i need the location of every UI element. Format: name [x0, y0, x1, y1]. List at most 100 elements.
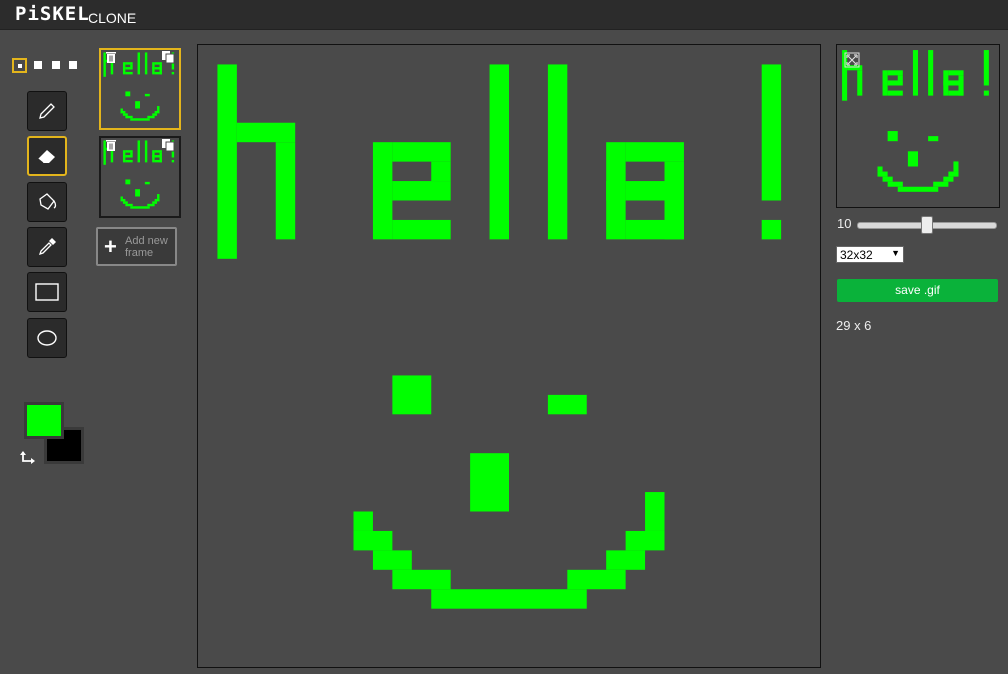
pixel [948, 80, 959, 86]
pixel [122, 113, 128, 116]
pixel [171, 71, 175, 75]
pixel [144, 93, 150, 97]
pixel [943, 80, 949, 86]
chevron-down-icon: ▼ [891, 248, 900, 258]
pixel [135, 101, 140, 109]
pixel [122, 62, 126, 75]
pixel [761, 64, 782, 201]
pen-size-1[interactable] [12, 58, 27, 73]
save-gif-button[interactable]: save .gif [837, 279, 998, 302]
app-logo: PiSKEL [15, 3, 90, 25]
pixel [470, 453, 509, 512]
pixel [137, 140, 140, 163]
pen-size-3[interactable] [50, 59, 62, 71]
tool-eyedropper[interactable] [27, 227, 67, 267]
add-frame-button[interactable]: + Add new frame [96, 227, 177, 266]
fps-slider-handle[interactable] [921, 216, 933, 234]
pixel [857, 70, 863, 96]
animation-preview [836, 44, 1000, 208]
pixel [125, 150, 133, 153]
size-select[interactable]: 32x32 ▼ [836, 246, 904, 263]
pixel [953, 166, 959, 172]
pixel [392, 142, 451, 162]
rectangle-icon [35, 283, 59, 301]
pixel [392, 219, 451, 240]
pixel [144, 181, 150, 185]
pixel [236, 122, 296, 143]
pixel [110, 150, 114, 163]
pixel [567, 569, 626, 590]
pixel [606, 550, 646, 570]
pixel [887, 90, 903, 96]
delete-frame-icon[interactable] [104, 50, 118, 64]
duplicate-frame-icon[interactable] [161, 50, 175, 64]
pixel [120, 108, 123, 111]
drawing-canvas[interactable] [197, 44, 821, 668]
frame-thumbnail-2[interactable] [99, 136, 181, 218]
preview-pixels [842, 50, 989, 192]
expand-icon[interactable] [844, 52, 860, 68]
pixel [372, 142, 393, 240]
tool-paint-bucket[interactable] [27, 182, 67, 222]
pixel [948, 70, 964, 76]
pixel [120, 196, 123, 199]
pixel [392, 181, 451, 201]
pixel [645, 511, 665, 531]
pixel [489, 64, 509, 240]
pixel [625, 142, 684, 162]
pixel [933, 181, 949, 187]
pixel [983, 90, 989, 96]
pixel [928, 136, 939, 142]
tool-rectangle[interactable] [27, 272, 67, 312]
pixel [547, 64, 568, 240]
tool-pencil[interactable] [27, 91, 67, 131]
frame-thumbnail-1[interactable] [99, 48, 181, 130]
pixel [645, 492, 665, 512]
tool-eraser[interactable] [27, 136, 67, 176]
pixel [392, 569, 451, 590]
pixel [125, 159, 133, 163]
fps-value: 10 [837, 216, 852, 231]
pixel [877, 166, 883, 172]
pixel [907, 151, 918, 167]
pixel [154, 155, 160, 158]
swap-colors-icon[interactable] [19, 449, 37, 467]
pixel [625, 530, 665, 551]
pixel [125, 115, 133, 119]
pixel [154, 198, 160, 202]
pen-size-2[interactable] [32, 59, 44, 71]
pixel [877, 171, 888, 177]
pixel [625, 181, 665, 201]
pixel [125, 62, 133, 65]
primary-color[interactable] [24, 402, 64, 439]
pixel [606, 181, 626, 201]
top-bar: PiSKEL CLONE [0, 0, 1008, 30]
paint-bucket-icon [39, 193, 57, 210]
pixel [125, 155, 133, 158]
pixel [154, 67, 160, 70]
pixel [125, 91, 131, 97]
pixel [147, 115, 155, 119]
pixel [122, 150, 126, 163]
pixel [120, 198, 126, 202]
pixel [625, 219, 684, 240]
pixel [948, 90, 964, 96]
pixel [147, 203, 155, 207]
pixel [761, 219, 782, 240]
delete-frame-icon[interactable] [104, 138, 118, 152]
pen-size-4[interactable] [67, 59, 79, 71]
pencil-icon [39, 103, 55, 119]
tool-ellipse[interactable] [27, 318, 67, 358]
selection-dimensions: 29 x 6 [836, 318, 872, 333]
pixel [130, 64, 133, 68]
pixel [171, 159, 175, 163]
pixel [948, 171, 959, 177]
pixel [152, 155, 155, 158]
pixel [152, 201, 158, 204]
pixel [928, 50, 934, 96]
pixel [275, 142, 296, 240]
app-subtitle: CLONE [88, 10, 137, 26]
duplicate-frame-icon[interactable] [161, 138, 175, 152]
pixel [125, 179, 131, 185]
pixel [897, 186, 939, 192]
